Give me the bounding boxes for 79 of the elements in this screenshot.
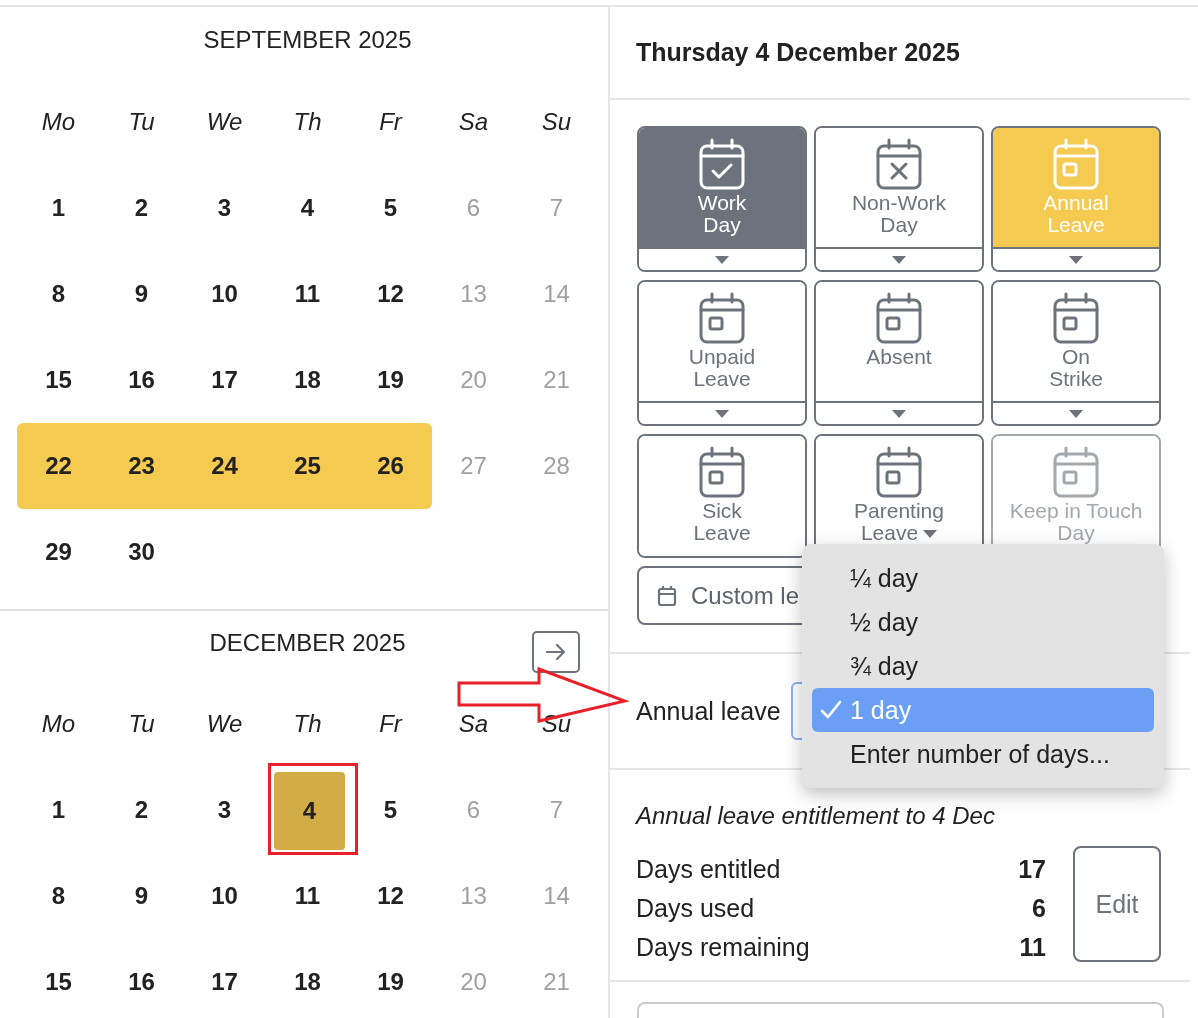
tile-label: Annual Leave — [1043, 192, 1109, 236]
leave-type-tile[interactable]: Unpaid Leave — [637, 280, 807, 426]
calendar-day[interactable]: 9 — [100, 251, 183, 337]
leave-type-tile[interactable]: Absent — [814, 280, 984, 426]
calendar-day[interactable]: 29 — [17, 509, 100, 595]
entitlement-value: 6 — [1032, 894, 1046, 923]
weekday-label: Sa — [458, 108, 489, 136]
weekday-label: We — [206, 108, 243, 136]
month-title: DECEMBER 2025 — [209, 629, 406, 657]
edit-button[interactable]: Edit — [1073, 846, 1161, 962]
calendar-day[interactable]: 5 — [349, 165, 432, 251]
calendar-day[interactable]: 2 — [100, 165, 183, 251]
calendar-day[interactable]: 26 — [349, 423, 432, 509]
calendar-day[interactable]: 2 — [100, 767, 183, 853]
calendar-day[interactable]: 9 — [100, 853, 183, 939]
entitlement-label: Days entitled — [636, 855, 781, 884]
entitlement-label: Days remaining — [636, 933, 810, 962]
calendar-day[interactable]: 22 — [17, 423, 100, 509]
calendar-day[interactable]: 1 — [17, 767, 100, 853]
calendar-day[interactable]: 19 — [349, 939, 432, 1018]
tile-label: Absent — [866, 346, 932, 368]
calendar-day[interactable]: 15 — [17, 337, 100, 423]
calendar-day[interactable]: 12 — [349, 853, 432, 939]
calendar-day[interactable]: 17 — [183, 337, 266, 423]
calendar-day[interactable]: 8 — [17, 251, 100, 337]
weekday-label: Th — [293, 710, 322, 738]
tile-label: Non-Work Day — [851, 192, 947, 236]
tile-label: Keep in Touch Day — [1009, 500, 1143, 544]
weekday-label: Su — [541, 108, 572, 136]
calendar-day[interactable]: 11 — [266, 251, 349, 337]
calendar-day[interactable]: 5 — [349, 767, 432, 853]
menu-option[interactable]: ¾ day — [812, 644, 1154, 688]
calendar-day[interactable]: 3 — [183, 767, 266, 853]
weekday-label: Tu — [128, 108, 155, 136]
tile-label: Unpaid Leave — [688, 346, 756, 390]
tile-label: On Strike — [1049, 346, 1103, 390]
calendar-day[interactable]: 18 — [266, 939, 349, 1018]
tile-label: Work Day — [697, 192, 747, 236]
entitlement-title: Annual leave entitlement to 4 Dec — [636, 802, 996, 830]
tile-label: Parenting Leave — [854, 500, 944, 544]
weekday-label: Tu — [128, 710, 155, 738]
calendar-day[interactable]: 16 — [100, 939, 183, 1018]
calendar-day[interactable]: 4 — [274, 772, 345, 850]
menu-option[interactable]: Enter number of days... — [812, 732, 1154, 776]
calendar-day[interactable]: 30 — [100, 509, 183, 595]
calendar-day[interactable]: 19 — [349, 337, 432, 423]
calendar-day[interactable]: 17 — [183, 939, 266, 1018]
calendar-day[interactable]: 10 — [183, 251, 266, 337]
weekday-label: Fr — [379, 710, 402, 738]
leave-type-tile[interactable]: Sick Leave — [637, 434, 807, 558]
amount-label: Annual leave — [636, 696, 781, 726]
calendar-day[interactable]: 25 — [266, 423, 349, 509]
calendar-day[interactable]: 16 — [100, 337, 183, 423]
tile-label: Sick Leave — [693, 500, 751, 544]
calendar-day[interactable]: 23 — [100, 423, 183, 509]
calendar-day[interactable]: 3 — [183, 165, 266, 251]
calendar-day[interactable]: 12 — [349, 251, 432, 337]
calendar-day[interactable]: 11 — [266, 853, 349, 939]
leave-type-tile[interactable]: On Strike — [991, 280, 1161, 426]
weekday-label: Mo — [41, 108, 76, 136]
month-title: SEPTEMBER 2025 — [203, 26, 412, 54]
weekday-label: Th — [293, 108, 322, 136]
weekday-label: Sa — [458, 710, 489, 738]
calendar-day[interactable]: 18 — [266, 337, 349, 423]
calendar-day[interactable]: 4 — [266, 165, 349, 251]
leave-type-tile[interactable]: Work Day — [637, 126, 807, 272]
weekday-label: Fr — [379, 108, 402, 136]
day-title: Thursday 4 December 2025 — [610, 7, 1190, 100]
calendar-day[interactable]: 24 — [183, 423, 266, 509]
entitlement-value: 17 — [1018, 855, 1046, 884]
weekday-label: We — [206, 710, 243, 738]
entitlement-value: 11 — [1019, 933, 1046, 962]
leave-type-tile[interactable]: Non-Work Day — [814, 126, 984, 272]
weekday-label: Mo — [41, 710, 76, 738]
calendar-day[interactable]: 10 — [183, 853, 266, 939]
calendar-day[interactable]: 1 — [17, 165, 100, 251]
entitlement-label: Days used — [636, 894, 755, 923]
calendar-day[interactable]: 8 — [17, 853, 100, 939]
calendar-day[interactable]: 15 — [17, 939, 100, 1018]
